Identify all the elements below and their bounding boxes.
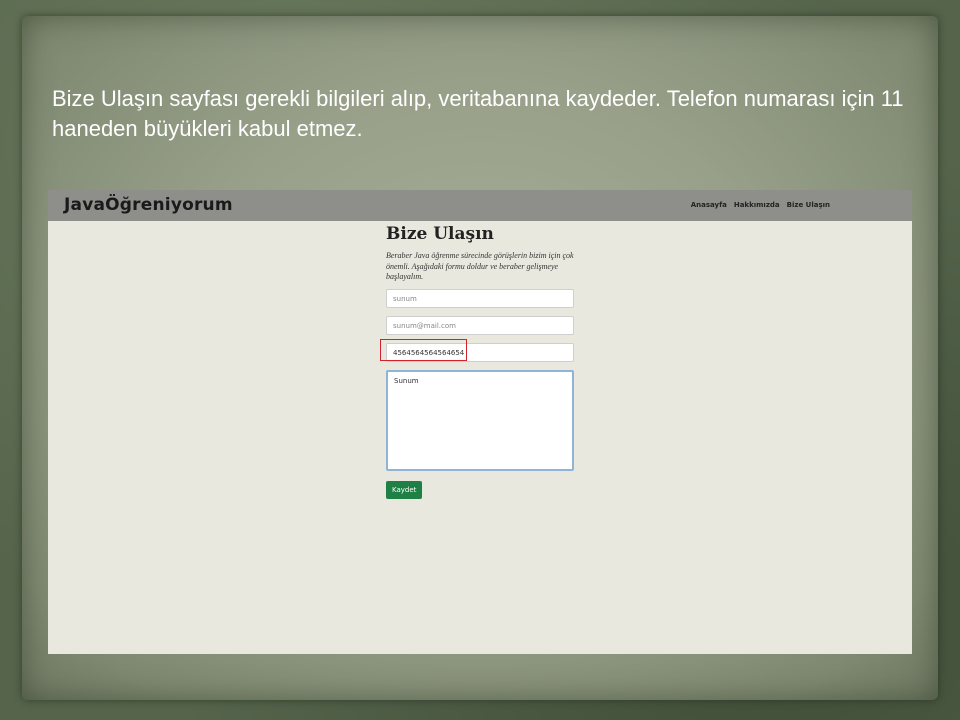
nav-link-anasayfa[interactable]: Anasayfa <box>691 201 727 209</box>
email-input[interactable]: sunum@mail.com <box>386 315 574 335</box>
contact-form: Bize Ulaşın Beraber Java öğrenme sürecin… <box>380 224 576 499</box>
website-screenshot: JavaÖğreniyorum Anasayfa Hakkımızda Bize… <box>48 190 912 654</box>
nav-link-hakkimizda[interactable]: Hakkımızda <box>734 201 780 209</box>
form-description: Beraber Java öğrenme sürecinde görüşleri… <box>386 251 574 281</box>
slide-caption: Bize Ulaşın sayfası gerekli bilgileri al… <box>52 86 904 141</box>
message-textarea[interactable]: Sunum <box>386 369 574 471</box>
submit-button[interactable]: Kaydet <box>386 480 423 499</box>
site-navbar: JavaÖğreniyorum Anasayfa Hakkımızda Bize… <box>48 190 912 221</box>
form-title: Bize Ulaşın <box>386 224 494 244</box>
phone-field-wrapper: 4564564564564654 <box>380 338 576 362</box>
phone-highlight-box <box>380 338 467 361</box>
name-input[interactable]: sunum <box>386 288 574 308</box>
nav-links: Anasayfa Hakkımızda Bize Ulaşın <box>691 201 830 209</box>
nav-link-bize-ulasin[interactable]: Bize Ulaşın <box>787 201 830 209</box>
site-brand-logo[interactable]: JavaÖğreniyorum <box>64 195 233 215</box>
